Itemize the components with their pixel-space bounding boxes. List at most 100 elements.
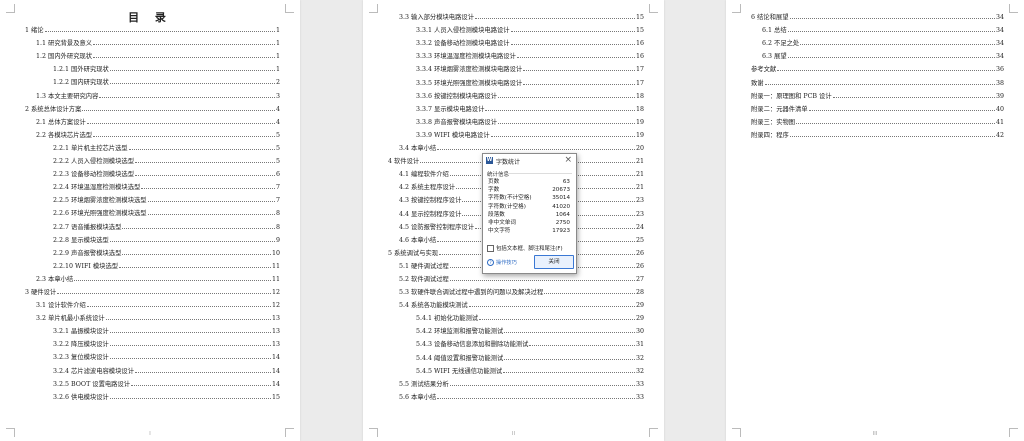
toc-entry[interactable]: 3.2.5 BOOT 设置电路设计 14: [25, 375, 280, 388]
toc-entry[interactable]: 6.3 展望 34: [751, 47, 1004, 60]
toc-entry[interactable]: 2.3 本章小结 11: [25, 270, 280, 283]
toc-leader-dots: [105, 319, 271, 321]
toc-entry[interactable]: 2.2.4 环境温湿度检测模块选型 7: [25, 178, 280, 191]
tips-link[interactable]: ? 操作技巧: [487, 259, 517, 266]
toc-entry[interactable]: 3 硬件设计 12: [25, 283, 280, 296]
toc-entry-title: 2.2.3 设备移动检测模块选型: [53, 171, 134, 179]
toc-entry-title: 1.1 研究背景及意义: [36, 40, 93, 48]
word-count-dialog[interactable]: W 字数统计 × 统计信息 页数 63 字数 20673 字符数(不计空格) 35014 字…: [482, 153, 577, 274]
toc-entry[interactable]: 致谢 38: [751, 73, 1004, 87]
toc-entry-title: 2.2.9 声音报警模块选型: [53, 249, 122, 257]
toc-entry[interactable]: 5.4 系统各功能模块测试 29: [388, 296, 644, 309]
toc-entry[interactable]: 6.1 总结 34: [751, 21, 1004, 34]
toc-entry[interactable]: 3.2.1 晶振模块设计 13: [25, 322, 280, 335]
toc-entry[interactable]: 2 系统总体设计方案 4: [25, 100, 280, 113]
toc-entry-title: 3.2.2 降压模块设计: [53, 341, 109, 349]
toc-entry[interactable]: 3.2.6 供电模块设计 15: [25, 388, 280, 401]
toc-entry-page: 24: [635, 223, 644, 231]
toc-entry-title: 2.2.8 显示模块选型: [53, 236, 109, 244]
toc-entry[interactable]: 3.4 本章小结 20: [388, 139, 644, 152]
toc-entry-page: 31: [635, 341, 644, 349]
toc-entry[interactable]: 3.2.2 降压模块设计 13: [25, 335, 280, 348]
toc-entry[interactable]: 参考文献 36: [751, 60, 1004, 73]
toc-leader-dots: [468, 306, 635, 308]
toc-entry[interactable]: 2.2.9 声音报警模块选型 10: [25, 244, 280, 257]
toc-leader-dots: [510, 44, 635, 46]
toc-entry[interactable]: 1.2.2 国内研究现状 2: [25, 73, 280, 86]
toc-leader-dots: [504, 332, 635, 334]
toc-entry[interactable]: 3.3.5 环境光照强度检测模块电路设计 17: [388, 73, 644, 87]
toc-entry[interactable]: 2.2 各模块芯片选型 5: [25, 126, 280, 139]
toc-entry[interactable]: 2.2.6 环境光照强度检测模块选型 8: [25, 204, 280, 217]
toc-entry[interactable]: 5.4.3 设备移动信息添加和删除功能测试 31: [388, 335, 644, 348]
toc-entry[interactable]: 3.1 设计软件介绍 12: [25, 296, 280, 309]
toc-entry[interactable]: 3.3.2 设备移动检测模块电路设计 16: [388, 34, 644, 47]
include-textbox-checkbox[interactable]: [487, 244, 494, 252]
toc-entry[interactable]: 1.2.1 国外研究现状 1: [25, 60, 280, 73]
toc-entry[interactable]: 2.2.1 单片机主控芯片选型 5: [25, 139, 280, 152]
toc-entry[interactable]: 1 绪论 1: [25, 21, 280, 34]
toc-entry[interactable]: 2.2.5 环境烟雾浓度检测模块选型 7: [25, 191, 280, 204]
toc-entry[interactable]: 2.2.8 显示模块选型 9: [25, 231, 280, 244]
toc-entry[interactable]: 5.4.5 WIFI 无线通信功能测试 32: [388, 362, 644, 375]
section-divider: [507, 173, 572, 174]
toc-entry[interactable]: 3.3 输入部分模块电路设计 15: [388, 8, 644, 21]
toc-entry[interactable]: 附录四：程序 42: [751, 126, 1004, 139]
toc-entry[interactable]: 3.3.6 按键控制模块电路设计 18: [388, 87, 644, 100]
close-button[interactable]: 关闭: [534, 255, 574, 269]
toc-entry[interactable]: 5.4.2 环境监测和报警功能测试 30: [388, 322, 644, 335]
toc-entry-title: 6.2 不足之处: [762, 40, 800, 48]
toc-entry[interactable]: 3.3.7 显示模块电路设计 18: [388, 100, 644, 113]
toc-entry[interactable]: 3.3.9 WIFI 模块电路设计 19: [388, 126, 644, 139]
toc-entry[interactable]: 2.2.7 语音播报模块选型 8: [25, 217, 280, 231]
toc-entry[interactable]: 3.3.8 声音报警模块电路设计 19: [388, 113, 644, 126]
toc-entry[interactable]: 5.6 本章小结 33: [388, 388, 644, 401]
toc-entry-title: 2 系统总体设计方案: [25, 105, 82, 113]
toc-entry[interactable]: 6 结论和展望 34: [751, 8, 1004, 21]
toc-entry[interactable]: 6.2 不足之处 34: [751, 34, 1004, 47]
toc-entry[interactable]: 5.5 测试结果分析 33: [388, 375, 644, 388]
page-footer: I: [149, 431, 151, 437]
toc-entry[interactable]: 1.2 国内外研究现状 1: [25, 47, 280, 60]
toc-entry-page: 41: [995, 118, 1004, 126]
toc-entry-title: 6 结论和展望: [751, 14, 789, 22]
toc-entry[interactable]: 3.2.4 芯片滤波电容模块设计 14: [25, 361, 280, 375]
toc-leader-dots: [109, 83, 275, 85]
toc-entry[interactable]: 1.1 研究背景及意义 1: [25, 34, 280, 47]
toc-entry-page: 34: [995, 40, 1004, 48]
toc-leader-dots: [141, 188, 275, 190]
crop-mark: [732, 4, 741, 13]
toc-entry-page: 25: [635, 236, 644, 244]
toc-entry[interactable]: 5.3 软硬件联合调试过程中遇到的问题以及解决过程 28: [388, 283, 644, 296]
dialog-titlebar[interactable]: W 字数统计 ×: [483, 154, 576, 167]
toc-entry[interactable]: 1.3 本文主要研究内容 3: [25, 86, 280, 100]
toc-leader-dots: [796, 122, 995, 124]
toc-entry-page: 21: [635, 184, 644, 192]
toc-leader-dots: [523, 83, 635, 85]
toc-entry[interactable]: 附录一：原理图和 PCB 设计 39: [751, 87, 1004, 100]
toc-entry-page: 1: [275, 66, 280, 74]
close-icon[interactable]: ×: [564, 155, 572, 165]
toc-entry[interactable]: 5.4.1 初始化功能测试 29: [388, 309, 644, 322]
toc-entry[interactable]: 3.3.3 环境温湿度检测模块电路设计 16: [388, 47, 644, 60]
toc-entry[interactable]: 2.2.10 WIFI 模块选型 11: [25, 257, 280, 270]
include-textbox-checkbox-row[interactable]: 包括文本框、脚注和尾注(F): [487, 244, 563, 252]
toc-entry[interactable]: 5.4.4 阈值设置和报警功能测试 32: [388, 348, 644, 362]
toc-entry-title: 3 硬件设计: [25, 288, 57, 296]
toc-entry[interactable]: 附录二：元器件清单 40: [751, 100, 1004, 113]
toc-entry[interactable]: 2.2.2 人员入侵检测模块选型 5: [25, 152, 280, 165]
toc-entry[interactable]: 2.1 总体方案设计 4: [25, 113, 280, 126]
toc-entry[interactable]: 3.3.4 环境烟雾浓度检测模块电路设计 17: [388, 60, 644, 73]
toc-entry[interactable]: 3.2.3 复位模块设计 14: [25, 348, 280, 361]
toc-entry-title: 5.4.4 阈值设置和报警功能测试: [416, 354, 504, 362]
toc-leader-dots: [86, 122, 275, 124]
toc-entry[interactable]: 附录三：实物图 41: [751, 113, 1004, 126]
toc-entry-title: 3.2 单片机最小系统设计: [36, 315, 105, 323]
toc-entry[interactable]: 2.2.3 设备移动检测模块选型 6: [25, 165, 280, 178]
toc-entry-title: 2.2.6 环境光照强度检测模块选型: [53, 210, 147, 218]
toc-entry-title: 3.3.2 设备移动检测模块电路设计: [416, 40, 510, 48]
toc-entry[interactable]: 3.2 单片机最小系统设计 13: [25, 309, 280, 322]
toc-entry[interactable]: 3.3.1 人员入侵检测模块电路设计 15: [388, 21, 644, 34]
toc-leader-dots: [789, 18, 995, 20]
toc-entry-title: 5.4 系统各功能模块测试: [399, 302, 468, 310]
